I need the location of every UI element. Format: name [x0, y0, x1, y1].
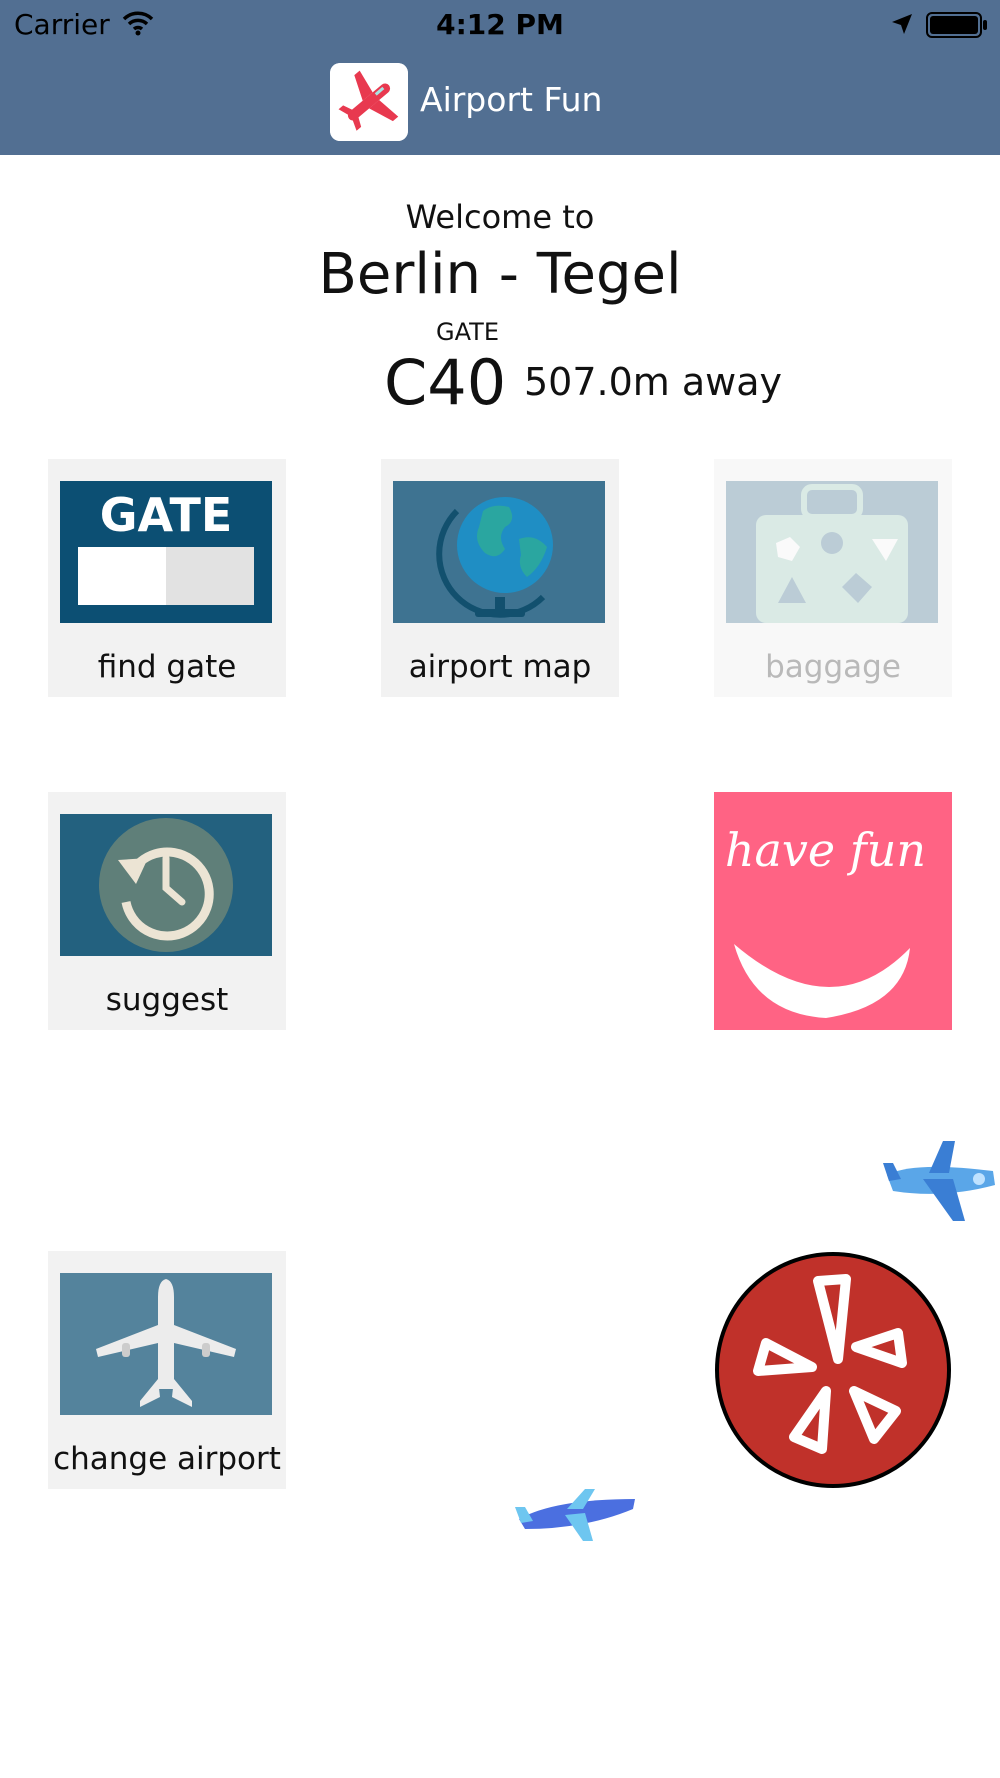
- gate-distance: 507.0m away: [524, 360, 783, 404]
- location-arrow-icon: [892, 14, 912, 34]
- red-airplane-icon: [330, 63, 408, 141]
- welcome-text: Welcome to: [405, 198, 595, 236]
- gate-label: GATE: [436, 318, 499, 346]
- airport-map-label: airport map: [408, 649, 592, 685]
- gate-sign-icon: GATE: [60, 481, 272, 623]
- status-bar: Carrier 4:12 PM: [0, 0, 1000, 50]
- have-fun-logo: have fun: [714, 792, 952, 1030]
- flying-plane-icon: [515, 1489, 635, 1541]
- globe-icon: [393, 481, 605, 623]
- find-gate-button[interactable]: GATE find gate: [48, 459, 286, 697]
- baggage-label: baggage: [765, 649, 901, 685]
- baggage-button[interactable]: baggage: [714, 459, 952, 697]
- app-title: Airport Fun: [420, 80, 603, 119]
- gate-sign-text: GATE: [100, 488, 233, 542]
- flying-plane-icon: [883, 1141, 995, 1221]
- suggest-label: suggest: [105, 982, 229, 1018]
- gate-value: C40: [384, 346, 507, 419]
- change-airport-button[interactable]: change airport: [48, 1251, 286, 1489]
- change-airport-label: change airport: [53, 1441, 281, 1477]
- find-gate-label: find gate: [97, 649, 237, 685]
- suitcase-icon: [726, 481, 938, 623]
- battery-icon: [926, 12, 987, 38]
- history-clock-icon: [60, 814, 272, 956]
- airplane-icon: [60, 1273, 272, 1415]
- have-fun-text: have fun: [725, 823, 926, 877]
- airport-map-button[interactable]: airport map: [381, 459, 619, 697]
- suggest-button[interactable]: suggest: [48, 792, 286, 1030]
- airport-name: Berlin - Tegel: [318, 242, 682, 307]
- status-time: 4:12 PM: [436, 8, 564, 41]
- navigation-bar: Carrier 4:12 PM Airport Fun: [0, 0, 1000, 155]
- have-fun-button[interactable]: have fun: [714, 792, 952, 1030]
- yelp-button[interactable]: [714, 1251, 952, 1489]
